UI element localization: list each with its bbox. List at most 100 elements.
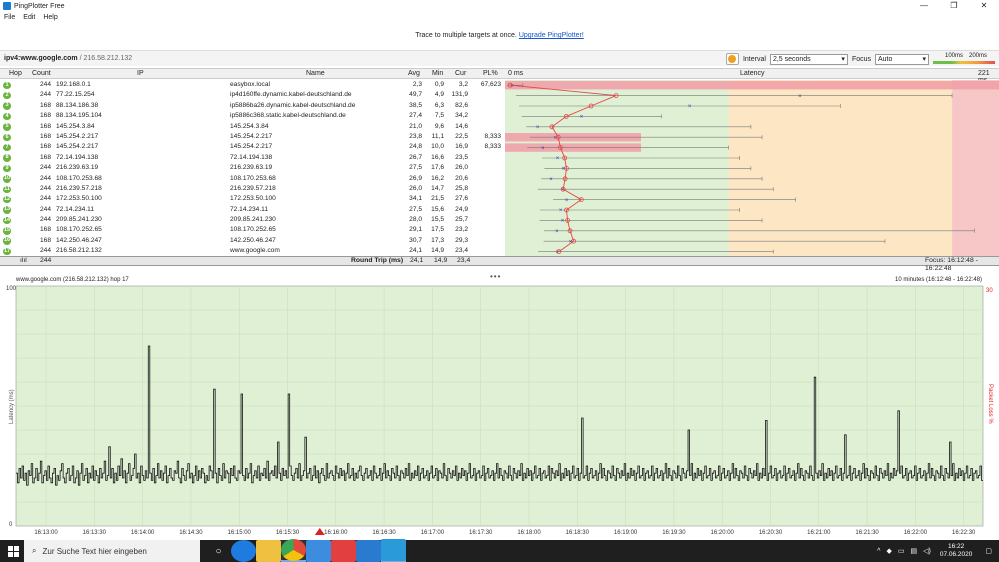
hop-ip: 192.168.0.1 bbox=[56, 81, 91, 88]
clock[interactable]: 16:22 07.06.2020 bbox=[940, 543, 973, 559]
col-cur[interactable]: Cur bbox=[455, 70, 466, 77]
network-icon[interactable]: ▤ bbox=[910, 547, 917, 555]
hop-cur: 82,6 bbox=[455, 101, 468, 109]
hop-row[interactable]: 7 168 145.254.2.217 145.254.2.217 24,8 10,0 16… bbox=[0, 142, 505, 153]
hop-row[interactable]: 15 168 108.170.252.65 108.170.252.65 29,1 17,… bbox=[0, 225, 505, 236]
hop-row[interactable]: 14 244 209.85.241.230 209.85.241.230 28,0 15,… bbox=[0, 215, 505, 225]
gift-icon[interactable] bbox=[331, 540, 356, 562]
interval-select[interactable]: 2,5 seconds ▾ bbox=[769, 53, 848, 65]
system-tray: ^ ◆ ▭ ▤ ◁) 16:22 07.06.2020 ▢ bbox=[874, 540, 995, 562]
hop-row[interactable]: 12 244 172.253.50.100 172.253.50.100 34,1 21,… bbox=[0, 194, 505, 204]
hop-row[interactable]: 11 244 216.239.57.218 216.239.57.218 26,0 14,… bbox=[0, 183, 505, 195]
hop-avg: 29,1 bbox=[409, 226, 422, 234]
windows-start-icon[interactable] bbox=[8, 546, 19, 557]
menu-edit[interactable]: Edit bbox=[23, 14, 35, 21]
taskbar-search[interactable]: ⌕ Zur Suche Text hier eingeben bbox=[24, 540, 200, 562]
latency-scale: 100ms 200ms bbox=[933, 53, 995, 65]
y-axis-bottom-label: 0 bbox=[9, 522, 13, 528]
window-controls: — ❐ ✕ bbox=[909, 0, 999, 12]
hop-name: ip4d160ffe.dynamic.kabel-deutschland.de bbox=[230, 91, 352, 99]
hop-ip: 72.14.194.138 bbox=[56, 153, 99, 161]
x-tick-label: 16:13:00 bbox=[34, 530, 58, 536]
hop-current-marker: × bbox=[688, 104, 692, 110]
hop-number-badge: 16 bbox=[3, 237, 11, 245]
explorer-icon[interactable] bbox=[256, 540, 281, 562]
dropbox-icon[interactable]: ◆ bbox=[886, 547, 891, 555]
hop-count: 168 bbox=[39, 153, 51, 161]
hop-avg: 27,4 bbox=[409, 112, 422, 120]
col-name[interactable]: Name bbox=[306, 70, 325, 77]
hop-cur: 131,9 bbox=[451, 91, 468, 99]
x-tick-label: 16:21:00 bbox=[807, 530, 831, 536]
interval-value: 2,5 seconds bbox=[772, 55, 811, 63]
hop-current-marker: × bbox=[510, 83, 514, 89]
x-tick-label: 16:15:30 bbox=[276, 530, 300, 536]
chrome-icon[interactable] bbox=[281, 539, 306, 562]
hop-row[interactable]: 1 244 192.168.0.1 easybox.local 2,3 0,9 3,2 67,… bbox=[0, 80, 505, 91]
close-button[interactable]: ✕ bbox=[969, 0, 999, 12]
hop-min: 7,5 bbox=[434, 112, 444, 120]
hop-name: easybox.local bbox=[230, 81, 270, 88]
col-ip[interactable]: IP bbox=[137, 70, 144, 77]
menu-help[interactable]: Help bbox=[43, 14, 57, 21]
hop-number-badge: 10 bbox=[3, 175, 11, 183]
col-pl[interactable]: PL% bbox=[483, 70, 498, 77]
clock-date: 07.06.2020 bbox=[939, 551, 973, 558]
hop-row[interactable]: 4 168 88.134.195.104 ip5886c368.static.kabe… bbox=[0, 111, 505, 121]
edge-icon[interactable] bbox=[231, 540, 256, 562]
hop-cur: 34,2 bbox=[455, 112, 468, 120]
hop-number-badge: 8 bbox=[3, 154, 11, 162]
hop-min: 16,2 bbox=[431, 174, 444, 182]
hop-row[interactable]: 9 244 216.239.63.19 216.239.63.19 27,5 17,6 26… bbox=[0, 163, 505, 174]
hop-cur: 29,3 bbox=[455, 236, 468, 244]
hop-current-marker: × bbox=[580, 115, 584, 121]
hop-min: 17,3 bbox=[431, 236, 444, 244]
hop-row[interactable]: 16 168 142.250.46.247 142.250.46.247 30,7 17,… bbox=[0, 236, 505, 246]
col-latency[interactable]: Latency bbox=[740, 70, 765, 77]
hop-row[interactable]: 8 168 72.14.194.138 72.14.194.138 26,7 16,6 23… bbox=[0, 153, 505, 163]
x-tick-label: 16:14:00 bbox=[131, 530, 155, 536]
hop-row[interactable]: 5 168 145.254.3.84 145.254.3.84 21,0 9,6 14,6 bbox=[0, 121, 505, 132]
col-count[interactable]: Count bbox=[32, 70, 51, 77]
hop-row[interactable]: 6 168 145.254.2.217 145.254.2.217 23,8 11,1 22… bbox=[0, 132, 505, 142]
x-tick-label: 16:16:00 bbox=[324, 530, 348, 536]
task-view-icon[interactable]: ○ bbox=[206, 540, 231, 562]
store-icon[interactable] bbox=[306, 540, 331, 562]
chevron-up-icon[interactable]: ^ bbox=[877, 548, 880, 555]
hop-number-badge: 4 bbox=[3, 112, 11, 121]
hop-ip: 72.14.234.11 bbox=[56, 205, 95, 213]
focus-select[interactable]: Auto ▾ bbox=[875, 53, 929, 65]
hop-row[interactable]: 3 168 88.134.186.38 ip5886ba26.dynamic.kabe… bbox=[0, 100, 505, 112]
summary-avg: 24,1 bbox=[410, 257, 424, 264]
x-tick-label: 16:17:00 bbox=[421, 530, 445, 536]
hop-row[interactable]: 10 244 108.170.253.68 108.170.253.68 26,9 16,… bbox=[0, 174, 505, 184]
col-avg[interactable]: Avg bbox=[408, 70, 420, 77]
maximize-button[interactable]: ❐ bbox=[939, 0, 969, 12]
hop-cur: 14,6 bbox=[455, 122, 468, 130]
battery-icon[interactable]: ▭ bbox=[898, 547, 905, 555]
volume-icon[interactable]: ◁) bbox=[923, 547, 931, 555]
upgrade-banner: Trace to multiple targets at once. Upgra… bbox=[0, 32, 999, 39]
hop-avg: 38,5 bbox=[409, 101, 422, 109]
hop-number-badge: 17 bbox=[3, 247, 11, 256]
hop-row[interactable]: 2 244 77.22.15.254 ip4d160ffe.dynamic.kabel… bbox=[0, 90, 505, 100]
hop-cur: 25,7 bbox=[455, 216, 468, 224]
hop-ip: 216.239.57.218 bbox=[56, 184, 102, 192]
hop-pl: 67,623 bbox=[480, 81, 501, 88]
hop-number-badge: 2 bbox=[3, 91, 11, 100]
col-hop[interactable]: Hop bbox=[9, 70, 22, 77]
x-tick-label: 16:16:30 bbox=[372, 530, 396, 536]
y-axis-title: Latency (ms) bbox=[9, 389, 15, 424]
hop-count: 168 bbox=[39, 226, 51, 234]
minimize-button[interactable]: — bbox=[909, 0, 939, 12]
upgrade-link[interactable]: Upgrade PingPlotter! bbox=[519, 32, 584, 39]
latency-timegraph[interactable]: 16:13:00 16:13:30 16:14:00 16:14:30 16:15:00… bbox=[0, 284, 999, 540]
pause-button[interactable] bbox=[725, 53, 739, 65]
col-min[interactable]: Min bbox=[432, 70, 443, 77]
menu-file[interactable]: File bbox=[4, 14, 15, 21]
hop-number-badge: 5 bbox=[3, 123, 11, 131]
mail-icon[interactable] bbox=[356, 540, 381, 562]
notifications-icon[interactable]: ▢ bbox=[985, 547, 992, 555]
pingplotter-icon[interactable] bbox=[381, 539, 406, 562]
hop-row[interactable]: 13 244 72.14.234.11 72.14.234.11 27,5 15,6 24,… bbox=[0, 204, 505, 216]
